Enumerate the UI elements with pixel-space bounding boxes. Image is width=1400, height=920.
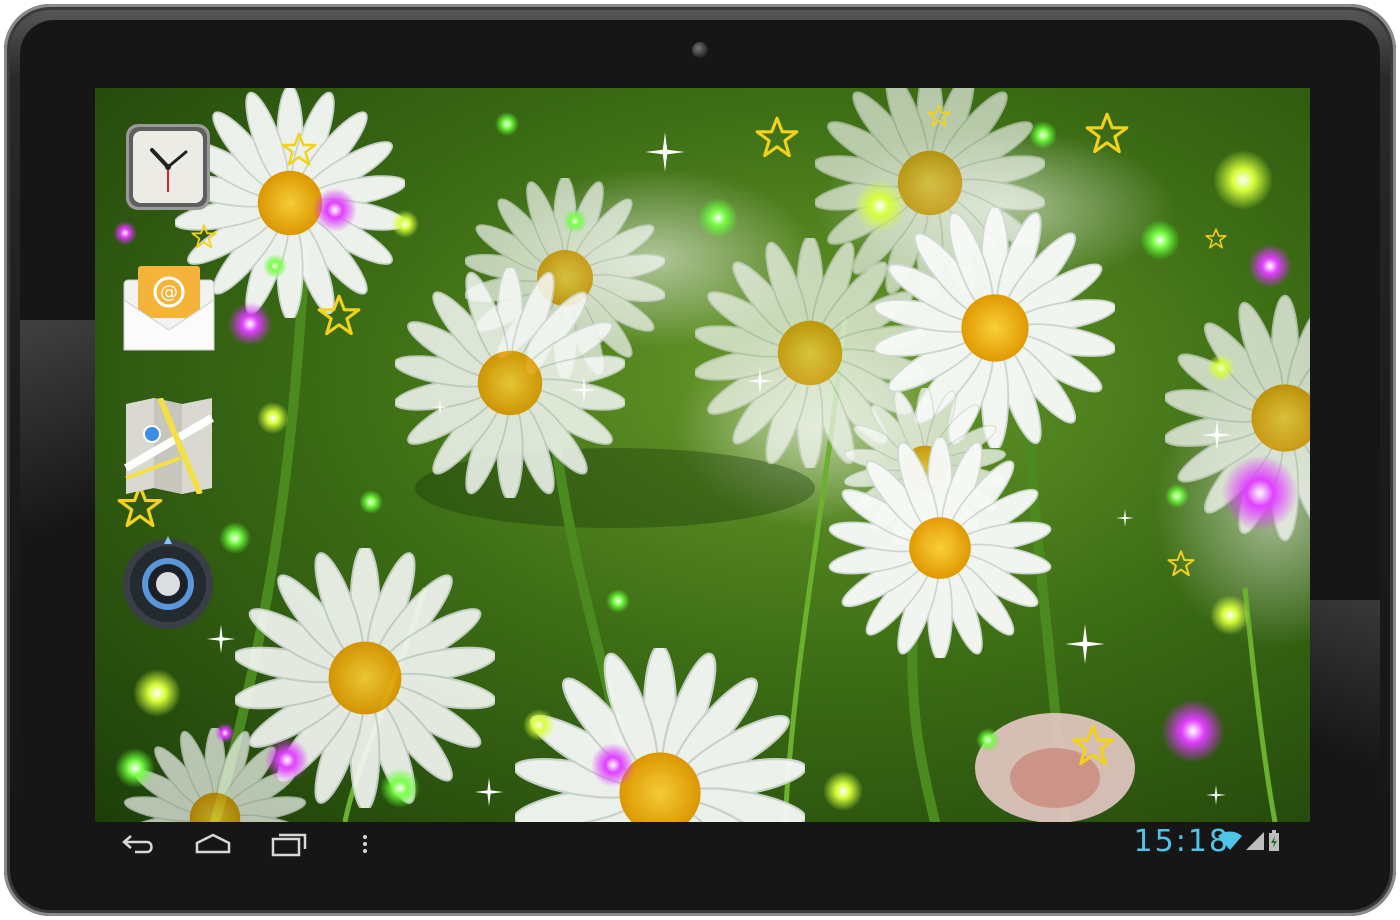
daisy-wallpaper — [113, 88, 1310, 822]
status-clock: 15:18 — [1133, 824, 1230, 859]
signal-icon — [1246, 832, 1264, 850]
clock-app-icon[interactable] — [120, 120, 216, 216]
back-button[interactable] — [117, 828, 161, 860]
back-icon — [122, 835, 153, 854]
recents-button[interactable] — [267, 828, 311, 860]
battery-charging-icon — [1269, 830, 1279, 851]
menu-button[interactable] — [343, 828, 387, 860]
email-at-glyph: @ — [160, 282, 178, 303]
system-nav-bar: 15:18 — [95, 822, 1310, 866]
wifi-icon — [1218, 831, 1242, 850]
maps-app-icon[interactable] — [120, 396, 216, 496]
status-icons — [1218, 830, 1280, 852]
front-camera — [692, 42, 708, 58]
home-screen: @ — [95, 88, 1310, 822]
home-button[interactable] — [191, 828, 235, 860]
recents-icon — [271, 833, 307, 857]
camera-app-icon[interactable] — [120, 534, 216, 630]
menu-icon — [363, 835, 367, 853]
email-app-icon[interactable]: @ — [120, 260, 216, 356]
home-icon — [195, 833, 231, 854]
